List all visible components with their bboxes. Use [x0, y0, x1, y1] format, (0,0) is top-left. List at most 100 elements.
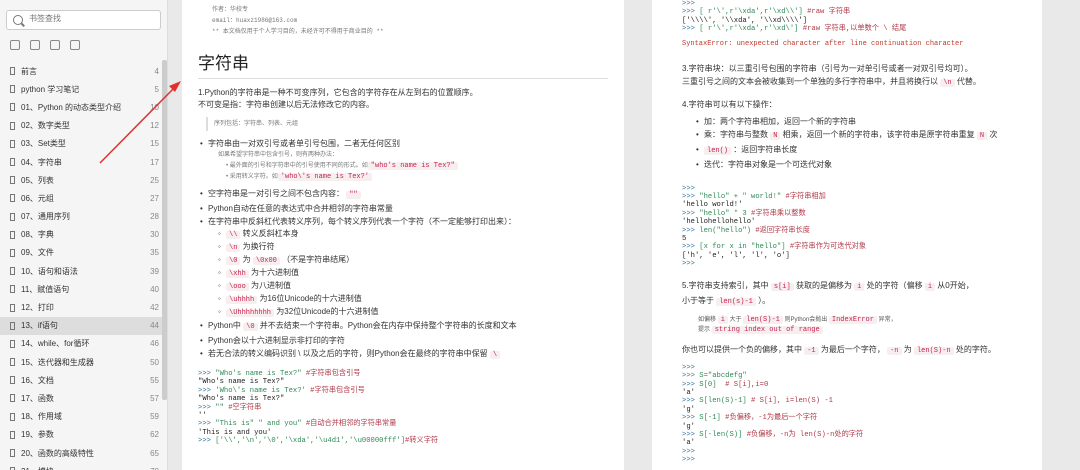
code-token: S[-1]: [699, 414, 721, 423]
bookmark-icon: [10, 248, 15, 257]
toc-item[interactable]: 16、文档 55: [0, 371, 167, 389]
toc-item[interactable]: 21、模块70: [0, 462, 167, 470]
toc-item[interactable]: 09、文件 35: [0, 244, 167, 262]
code-line: >>> ['\\','\n','\0','\xda','\u4d1','\u00…: [198, 437, 624, 445]
code-line: "Who's name is Tex?": [198, 378, 624, 386]
bullet-hex-display: Python会以十六进制显示非打印的字符: [200, 334, 624, 347]
toc-item[interactable]: 13、if语句 44: [0, 316, 167, 335]
add-bookmark-icon[interactable]: [50, 40, 60, 50]
escape-item: \\ 转义反斜杠本身: [218, 228, 624, 241]
code-token: "": [215, 403, 224, 412]
code-line: >>>: [682, 456, 1042, 464]
code-example-quotes: >>> "Who's name is Tex?" #字符串包含引号 "Who's …: [198, 370, 624, 446]
toc-item-label: 15、迭代器和生成器: [21, 357, 94, 367]
escape-item: \Uhhhhhhhh 为32位Unicode的十六进制值: [218, 306, 624, 319]
bookmark-icon: [10, 103, 15, 112]
code-token: S[-len(S)]: [699, 430, 743, 439]
toc-item[interactable]: 18、作用域 59: [0, 408, 167, 426]
bookmark-icon: [10, 449, 15, 458]
escape-item: \ooo 为八进制值: [218, 280, 624, 293]
op-text: ：返回字符串长度: [733, 144, 798, 154]
code-token: [ r'\',r'\xda',r'\xd\\']: [699, 8, 803, 17]
code-token: >>>: [682, 209, 700, 218]
op-text: 迭代：字符串对象是一个可迭代对象: [704, 159, 832, 169]
string-ops-list: 加：两个字符串相加，返回一个新的字符串 乘：字符串与整数 N 相乘，返回一个新的…: [652, 115, 1042, 171]
code-token: >>>: [682, 184, 695, 193]
escape-desc: （不是字符串结尾）: [282, 255, 355, 264]
document-page-left: 作者：华校专 email：huaxz1986@163.com ** 本文档仅用于…: [182, 0, 624, 470]
expand-all-icon[interactable]: [10, 40, 20, 50]
toc-item-page: 62: [150, 430, 159, 440]
code-token: #字符串相加: [781, 193, 826, 202]
code-line: >>> [x for x in "hello"] #字符串作为可迭代对象: [682, 243, 1042, 251]
code-line: 'g': [682, 406, 1042, 414]
toc-item[interactable]: 12、打印 42: [0, 298, 167, 316]
toc-item[interactable]: 17、函数 57: [0, 389, 167, 407]
search-icon: [13, 15, 23, 25]
toc-item[interactable]: 前言 4: [0, 62, 167, 80]
code-token: >>>: [682, 430, 700, 439]
code-token: #返回字符串长度: [751, 226, 810, 235]
code-token: 'hello world!': [682, 201, 743, 210]
bullet-null-char: Python中 \0 并不去结束一个字符串。Python会在内存中保持整个字符串…: [200, 319, 624, 334]
code-token: #负偏移，-1为最后一个字符: [720, 414, 818, 423]
bullet-quotes: 字符串由一对双引号或者单引号包围，二者无任何区别: [200, 137, 624, 150]
escape-code: \0: [226, 257, 241, 265]
toc-item[interactable]: 06、元组 27: [0, 189, 167, 207]
bookmark-icon: [10, 158, 15, 167]
section-5-line-2: 小于等于 len(s)-1 ）。: [682, 295, 771, 306]
red-arrow-annotation: [99, 81, 181, 164]
intro-line-1: 1.Python的字符串是一种不可变序列，它包含的字符存在从左到右的位置顺序。: [198, 88, 478, 97]
toc-item[interactable]: 11、赋值语句 40: [0, 280, 167, 298]
bookmark-search-box[interactable]: [6, 10, 161, 30]
code-token: >>>: [198, 437, 216, 446]
toc-item[interactable]: 14、while、for循环 46: [0, 335, 167, 353]
bookmark-search-input[interactable]: [29, 14, 159, 23]
code-token: ['\\\\', '\\xda', '\\xd\\\\']: [682, 16, 808, 25]
code-token: >>>: [682, 414, 700, 423]
code-line: >>> 'Who\'s name is Tex?' #字符串包含引号: [198, 387, 624, 395]
escape-code: \xhh: [226, 270, 249, 278]
op-code: N: [770, 131, 781, 140]
toc-item-page: 65: [150, 448, 159, 458]
code-token: "Who's name is Tex?": [198, 378, 285, 387]
code-token: # S[i],i=0: [716, 380, 769, 389]
code-token: 'a': [682, 439, 695, 448]
toc-item[interactable]: 08、字典 30: [0, 226, 167, 244]
sequence-note: 序列包括：字符串、列表、元组: [206, 117, 608, 131]
code-line: >>> S[-1] #负偏移，-1为最后一个字符: [682, 414, 1042, 422]
code-line: >>> S="abcdefg": [682, 372, 1042, 380]
bookmark-icon[interactable]: [70, 40, 80, 50]
bullet-invalid-escape: 若无合法的转义编码识别 \ 以及之后的字符，则Python会在最终的字符串中保留…: [200, 347, 624, 362]
toc-item[interactable]: 10、语句和语法 39: [0, 262, 167, 280]
code-token: >>>: [682, 0, 695, 8]
toc-item[interactable]: 05、列表 25: [0, 171, 167, 189]
collapse-all-icon[interactable]: [30, 40, 40, 50]
code-token: >>>: [682, 25, 700, 34]
toc-item-label: 13、if语句: [21, 321, 58, 331]
bookmark-icon: [10, 430, 15, 439]
section-4-title: 4.字符串可以有以下操作：: [682, 99, 777, 109]
toc-item-label: 17、函数: [21, 393, 54, 403]
code-token: >>>: [682, 363, 695, 372]
code-line: >>>: [682, 260, 1042, 268]
toc-item[interactable]: 20、函数的高级特性 65: [0, 444, 167, 462]
escape-desc: 转义反斜杠本身: [242, 229, 299, 238]
bookmark-icon: [10, 285, 15, 294]
string-op-item: 乘：字符串与整数 N 相乘，返回一个新的字符串，该字符串是原字符串重复 N 次: [696, 128, 1042, 143]
string-op-item: 加：两个字符串相加，返回一个新的字符串: [696, 115, 1042, 128]
toc-item[interactable]: 19、参数 62: [0, 426, 167, 444]
code-token: #字符串乘以整数: [746, 209, 806, 218]
code-line: >>> S[len(S)-1] # S[i], i=len(S) -1: [682, 397, 1042, 405]
code-token: # S[i], i=len(S) -1: [746, 397, 833, 406]
code-token: >>>: [682, 447, 695, 456]
bookmark-icon: [10, 339, 15, 348]
escape-code: \0x00: [252, 257, 280, 265]
toc-item[interactable]: 15、迭代器和生成器 50: [0, 353, 167, 371]
toc-item[interactable]: 07、通用序列 28: [0, 208, 167, 226]
toc-item-label: 07、通用序列: [21, 212, 70, 222]
escape-code: \\: [226, 231, 241, 239]
bookmark-icon: [10, 139, 15, 148]
code-token: >>>: [198, 386, 216, 395]
code-token: >>>: [198, 403, 216, 412]
